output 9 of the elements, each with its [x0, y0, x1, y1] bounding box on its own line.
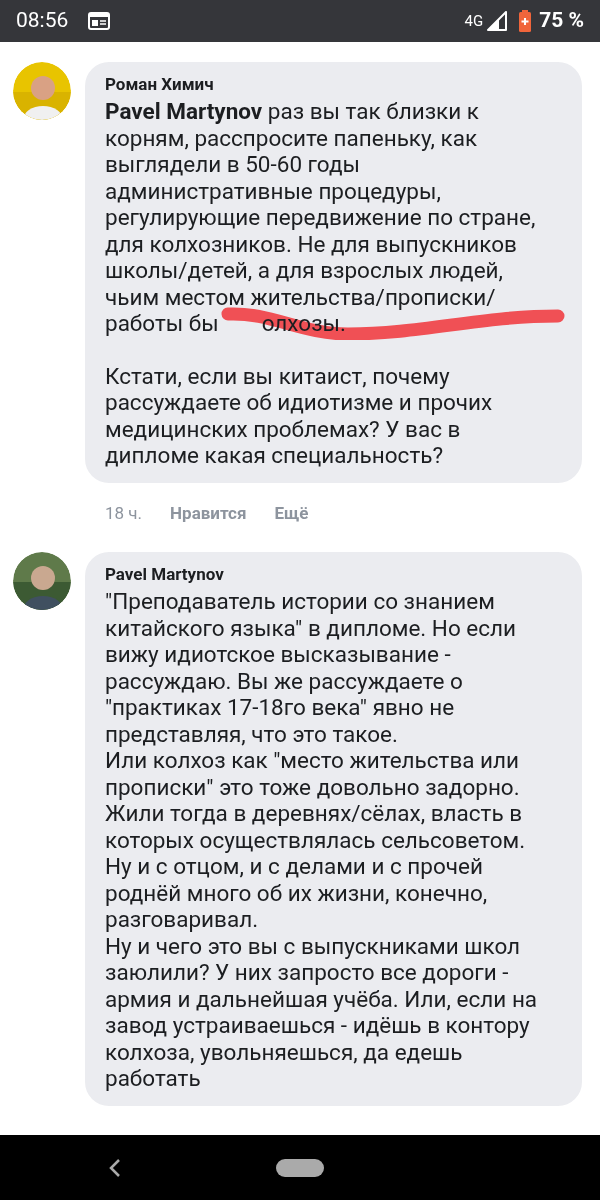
- comment-author[interactable]: Pavel Martynov: [105, 562, 556, 586]
- comment-text: работы бы: [105, 310, 219, 337]
- comment-text: Кстати, если вы китаист, почему рассуждаете об идиотизме и прочих медицинских проблемах? У вас в дипломе какая специальность?: [105, 362, 494, 469]
- comment-text: "Преподаватель истории со знанием китайского языка" в дипломе. Но если вижу идиотское высказывание - рассуждаю. Вы же рассуждаете о "практиках 17-18го века" явно не представляя, что это такое. Или колхоз как "место жительства или прописки" это тоже довольно задорно. Жили тогда в деревнях/сёлах, власть в которых осуществлялась сельсоветом. Ну и с отцом, и с делами и с прочей роднёй много об их жизни, конечно, разговаривал. Ну и чего это вы с выпускниками школ заюлили? У них запросто все дороги - армия и дальнейшая учёба. Или, если на завод устраиваешься - идёшь в контору колхоза, увольняешься, да едешь работать: [105, 588, 539, 1092]
- comment-author[interactable]: Роман Химич: [105, 72, 556, 96]
- comment-time: 18 ч.: [105, 501, 143, 525]
- network-label: 4G: [464, 10, 484, 32]
- battery-level: 75 %: [539, 7, 584, 35]
- clock: 08:56: [16, 7, 69, 35]
